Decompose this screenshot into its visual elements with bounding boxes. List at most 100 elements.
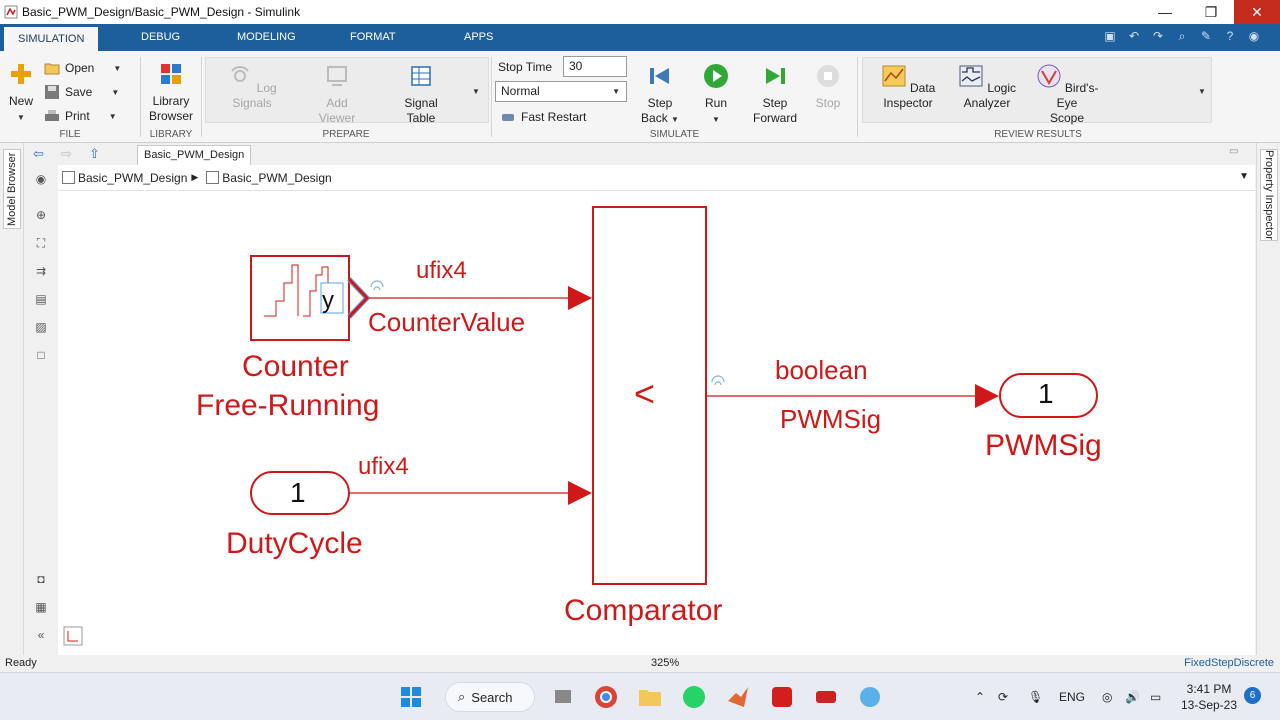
signal-table-icon xyxy=(411,66,431,86)
block-diagram[interactable] xyxy=(58,191,1255,655)
windows-start-icon[interactable] xyxy=(397,683,425,711)
step-forward-button[interactable]: Step Forward xyxy=(750,63,800,126)
clock[interactable]: 3:41 PM 13-Sep-23 xyxy=(1180,681,1238,713)
property-icon[interactable]: ▦ xyxy=(33,599,49,615)
birds-eye-scope-button[interactable]: Bird's-Eye Scope xyxy=(1034,63,1100,126)
counter-signal-arrow xyxy=(568,286,592,310)
add-viewer-button[interactable]: Add Viewer xyxy=(312,63,362,126)
property-inspector-tab[interactable]: Property Inspector xyxy=(1260,149,1278,241)
breadcrumb-dropdown-icon[interactable]: ▼ xyxy=(1239,171,1249,182)
data-inspector-icon xyxy=(882,65,906,87)
help-icon[interactable]: ? xyxy=(1222,28,1238,44)
review-expand-icon[interactable]: ▼ xyxy=(1198,87,1206,96)
paint-icon[interactable] xyxy=(856,683,884,711)
tray-chevron-icon[interactable]: ⌃ xyxy=(975,673,985,720)
search-icon: ⌕ xyxy=(458,689,466,704)
ribbon-tab-bar: SIMULATION DEBUG MODELING FORMAT APPS ▣ … xyxy=(0,24,1280,51)
search-icon[interactable]: ⌕ xyxy=(1174,28,1190,44)
annotation-icon[interactable]: ▤ xyxy=(33,291,49,307)
minimap-icon[interactable] xyxy=(63,626,83,646)
save-button[interactable]: Save ▼ xyxy=(44,84,119,100)
stop-icon xyxy=(817,65,839,87)
window-title: Basic_PWM_Design/Basic_PWM_Design - Simu… xyxy=(22,5,301,19)
whatsapp-icon[interactable] xyxy=(680,683,708,711)
breadcrumb-separator-icon: ▶ xyxy=(191,172,199,182)
image-icon[interactable]: ▨ xyxy=(33,319,49,335)
hide-show-icon[interactable]: ◉ xyxy=(33,171,49,187)
back-arrow-icon[interactable]: ⇦ xyxy=(33,146,44,162)
comparator-operator: < xyxy=(634,373,656,414)
solver-link[interactable]: FixedStepDiscrete xyxy=(1184,657,1274,669)
tab-simulation[interactable]: SIMULATION xyxy=(4,27,99,51)
signal-table-button[interactable]: Signal Table xyxy=(396,63,446,126)
model-canvas[interactable]: y Counter Free-Running ufix4 CounterValu… xyxy=(58,191,1255,655)
fast-restart-button[interactable]: Fast Restart xyxy=(500,109,586,125)
model-browser-tab[interactable]: Model Browser xyxy=(3,149,21,229)
stop-time-label: Stop Time xyxy=(498,60,553,74)
chrome-icon[interactable] xyxy=(592,683,620,711)
undo-icon[interactable]: ↶ xyxy=(1126,28,1142,44)
collapse-icon[interactable]: « xyxy=(33,627,49,643)
data-inspector-button[interactable]: Data Inspector xyxy=(876,63,940,111)
zoom-icon[interactable]: ⊕ xyxy=(33,207,49,223)
step-back-icon xyxy=(650,68,669,84)
model-tab[interactable]: Basic_PWM_Design xyxy=(137,145,252,165)
simulation-mode-select[interactable]: Normal ▼ xyxy=(495,81,627,102)
counter-port-highlight xyxy=(347,277,371,319)
taskbar: ⌕ Search ⌃ ⟳ 🎙 ENG ◎ 🔊 ▭ 3:41 PM 13-Sep-… xyxy=(0,672,1280,720)
breadcrumb-item[interactable]: Basic_PWM_Design xyxy=(206,171,332,185)
stop-time-input[interactable]: 30 xyxy=(563,56,627,77)
step-back-button[interactable]: Step Back ▼ xyxy=(638,63,682,127)
settings-icon[interactable]: ◉ xyxy=(1246,28,1262,44)
new-button[interactable]: New ▼ xyxy=(6,61,36,125)
close-button[interactable]: ✕ xyxy=(1234,0,1280,24)
stop-button[interactable]: Stop xyxy=(810,63,846,111)
dutycycle-datatype-label: ufix4 xyxy=(358,453,409,480)
forward-arrow-icon[interactable]: ⇨ xyxy=(61,146,72,162)
print-button[interactable]: Print ▼ xyxy=(44,108,117,124)
battery-icon[interactable]: ▭ xyxy=(1150,673,1161,720)
notification-badge[interactable]: 6 xyxy=(1244,687,1261,704)
run-button[interactable]: Run ▼ xyxy=(696,63,736,127)
logic-analyzer-button[interactable]: Logic Analyzer xyxy=(956,63,1018,111)
logic-analyzer-icon xyxy=(959,65,983,87)
language-indicator[interactable]: ENG xyxy=(1059,673,1085,720)
maximize-button[interactable]: ❐ xyxy=(1188,0,1234,24)
prepare-group: Log Signals Add Viewer Signal Table ▼ PREPA… xyxy=(202,55,490,141)
save-quick-icon[interactable]: ▣ xyxy=(1102,28,1118,44)
prepare-expand-icon[interactable]: ▼ xyxy=(472,87,480,96)
pin-icon[interactable]: ✎ xyxy=(1198,28,1214,44)
tab-apps[interactable]: APPS xyxy=(450,24,507,51)
redo-icon[interactable]: ↷ xyxy=(1150,28,1166,44)
sync-icon[interactable]: ⟳ xyxy=(998,673,1008,720)
status-bar: Ready 325% FixedStepDiscrete xyxy=(0,655,1280,672)
acrobat-icon[interactable] xyxy=(768,683,796,711)
area-icon[interactable]: □ xyxy=(33,347,49,363)
panel-toggle-icon[interactable]: ▭ xyxy=(1229,146,1238,157)
minimize-button[interactable]: — xyxy=(1142,0,1188,24)
dutycycle-label: DutyCycle xyxy=(226,527,363,560)
arrow-icon[interactable]: ⇉ xyxy=(33,263,49,279)
network-icon[interactable]: ◎ xyxy=(1102,673,1112,720)
taskbar-search[interactable]: ⌕ Search xyxy=(445,682,535,712)
comparator-label: Comparator xyxy=(564,594,723,627)
camera-icon[interactable]: ◘ xyxy=(33,571,49,587)
open-button[interactable]: Open ▼ xyxy=(44,60,121,76)
file-explorer-icon[interactable] xyxy=(636,683,664,711)
matlab-icon[interactable] xyxy=(724,683,752,711)
task-view-icon[interactable] xyxy=(549,683,577,711)
breadcrumb-item[interactable]: Basic_PWM_Design xyxy=(62,171,187,185)
tab-debug[interactable]: DEBUG xyxy=(127,24,194,51)
recorder-icon[interactable] xyxy=(812,683,840,711)
simulate-group-label: SIMULATE xyxy=(649,129,700,140)
tab-format[interactable]: FORMAT xyxy=(336,24,410,51)
fit-view-icon[interactable]: ⛶ xyxy=(33,235,49,251)
library-browser-button[interactable]: Library Browser xyxy=(143,61,199,124)
pwmsig-port-label: PWMSig xyxy=(985,429,1102,462)
log-signals-button[interactable]: Log Signals xyxy=(227,63,277,111)
tab-modeling[interactable]: MODELING xyxy=(223,24,310,51)
microphone-icon[interactable]: 🎙 xyxy=(1028,673,1043,720)
up-arrow-icon[interactable]: ⇧ xyxy=(89,146,100,162)
volume-icon[interactable]: 🔊 xyxy=(1125,673,1140,720)
prepare-group-label: PREPARE xyxy=(322,129,370,140)
